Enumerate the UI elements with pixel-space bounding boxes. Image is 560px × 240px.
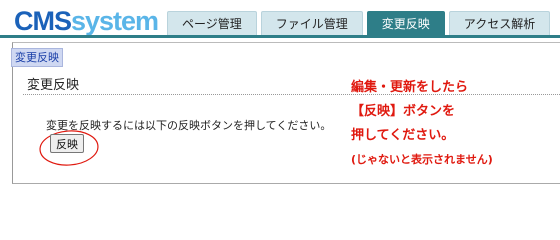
breadcrumb[interactable]: 変更反映 [11, 48, 63, 67]
tab-underline [0, 35, 560, 38]
annotation-line-2: 【反映】ボタンを [351, 104, 456, 119]
logo-cms-text: CMS [14, 6, 72, 36]
cms-system-logo: CMSsystem [14, 6, 159, 36]
annotation-note: 編集・更新をしたら 【反映】ボタンを 押してください。 (じゃないと表示されませ… [351, 76, 493, 172]
annotation-line-3: 押してください。 [351, 128, 455, 143]
section-title: 変更反映 [27, 78, 80, 93]
annotation-line-4: (じゃないと表示されません) [351, 153, 493, 166]
reflect-button[interactable]: 反映 [50, 134, 84, 153]
logo-system-text: system [71, 6, 159, 36]
annotation-line-1: 編集・更新をしたら [351, 80, 469, 95]
tab-page-management[interactable]: ページ管理 [167, 11, 257, 36]
main-nav-tabs: ページ管理 ファイル管理 変更反映 アクセス解析 [167, 11, 554, 36]
tab-reflect-changes[interactable]: 変更反映 [366, 11, 445, 36]
tab-file-management[interactable]: ファイル管理 [260, 11, 363, 36]
tab-access-analysis[interactable]: アクセス解析 [448, 11, 551, 36]
